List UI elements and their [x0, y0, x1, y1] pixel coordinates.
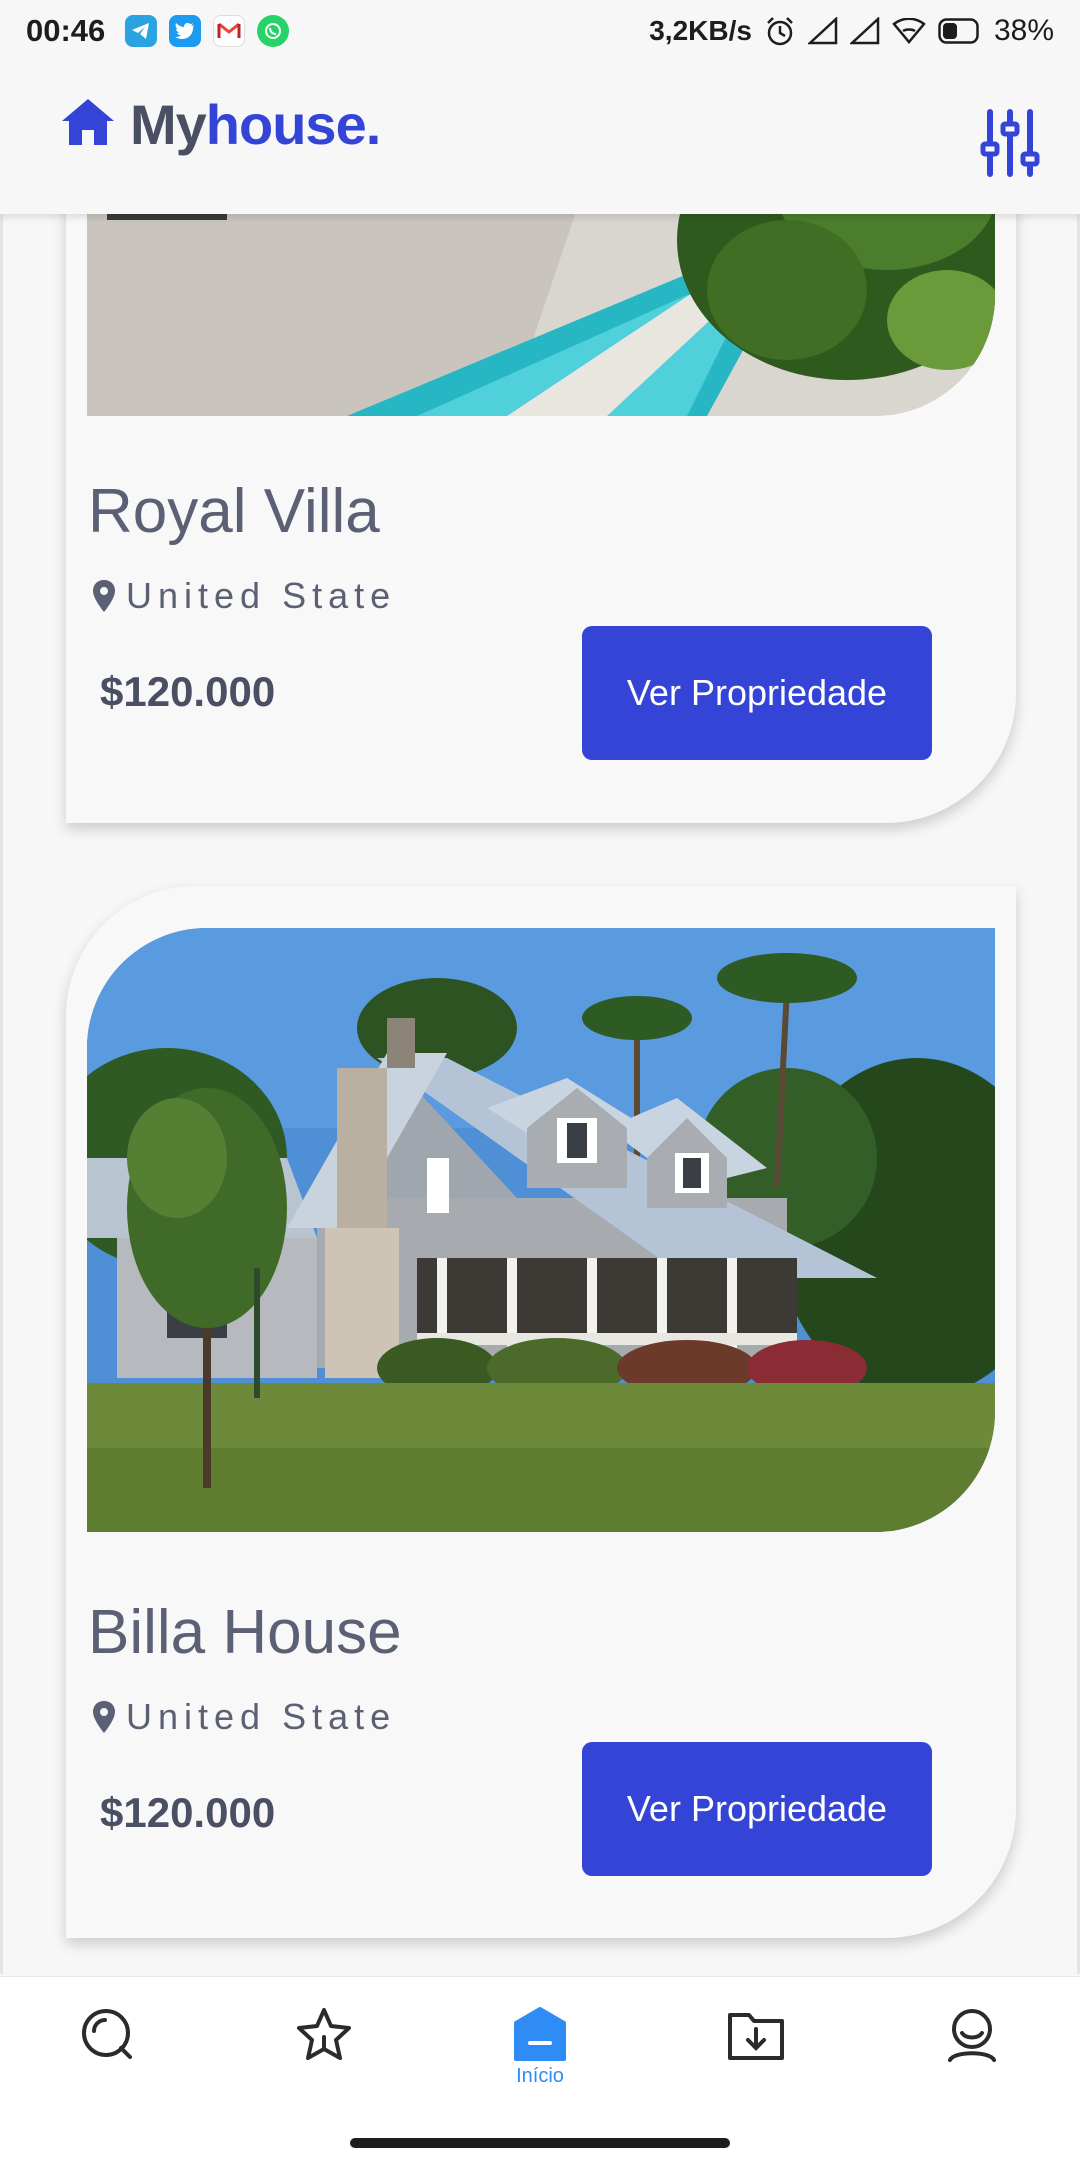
filter-button[interactable]	[980, 108, 1040, 178]
nav-home-label: Início	[516, 2065, 564, 2087]
bottom-navigation: Início	[0, 1976, 1080, 2160]
twitter-icon	[169, 15, 202, 47]
property-price: $120.000	[100, 668, 276, 715]
view-property-button[interactable]: Ver Propriedade	[582, 1742, 932, 1876]
filter-sliders-icon	[980, 109, 1040, 177]
nav-profile[interactable]	[912, 2007, 1032, 2097]
download-folder-icon	[728, 2013, 784, 2060]
property-title: Royal Villa	[88, 477, 380, 546]
logo-text-house: house.	[205, 93, 381, 156]
status-time: 00:46	[26, 13, 106, 48]
property-card[interactable]: Billa House United State $120.000 Ver Pr…	[66, 886, 1016, 1938]
scroll-edge-left	[0, 214, 3, 1974]
alarm-icon	[764, 15, 796, 47]
property-title: Billa House	[88, 1598, 402, 1667]
property-location-text: United State	[126, 575, 397, 616]
network-speed: 3,2KB/s	[649, 15, 752, 46]
signal-icon	[807, 17, 838, 45]
star-icon	[297, 2008, 351, 2060]
gesture-home-indicator[interactable]	[350, 2138, 730, 2148]
search-icon	[82, 2009, 132, 2059]
location-pin-icon	[93, 580, 115, 612]
nav-search[interactable]	[48, 2007, 168, 2097]
whatsapp-icon	[257, 15, 290, 47]
nav-downloads[interactable]	[696, 2007, 816, 2097]
logo-text-my: My	[130, 93, 207, 156]
property-location-text: United State	[126, 1696, 397, 1737]
home-logo-icon	[60, 97, 116, 152]
location-pin-icon	[93, 1701, 115, 1733]
profile-icon	[948, 2009, 996, 2062]
signal-icon-2	[849, 17, 880, 45]
property-card[interactable]: Royal Villa United State $120.000 Ver Pr…	[66, 120, 1016, 823]
nav-favorites[interactable]	[264, 2007, 384, 2097]
view-property-button[interactable]: Ver Propriedade	[582, 626, 932, 760]
battery-level: 38%	[993, 14, 1054, 47]
wifi-icon	[892, 18, 926, 44]
battery-icon	[938, 18, 982, 44]
telegram-icon	[125, 15, 158, 47]
property-photo-house[interactable]	[87, 928, 995, 1532]
property-price: $120.000	[100, 1789, 276, 1836]
screen: 00:46 3,2KB/s 38% Myhouse. Royal Villa U…	[0, 0, 1080, 2160]
gmail-icon	[213, 15, 246, 47]
home-icon	[514, 2007, 566, 2061]
nav-home[interactable]: Início	[480, 2007, 600, 2097]
status-bar: 00:46 3,2KB/s 38%	[0, 0, 1080, 62]
app-logo[interactable]: Myhouse.	[60, 92, 381, 157]
property-location: United State	[92, 1696, 396, 1738]
property-location: United State	[92, 575, 396, 617]
app-header: Myhouse.	[0, 62, 1080, 214]
